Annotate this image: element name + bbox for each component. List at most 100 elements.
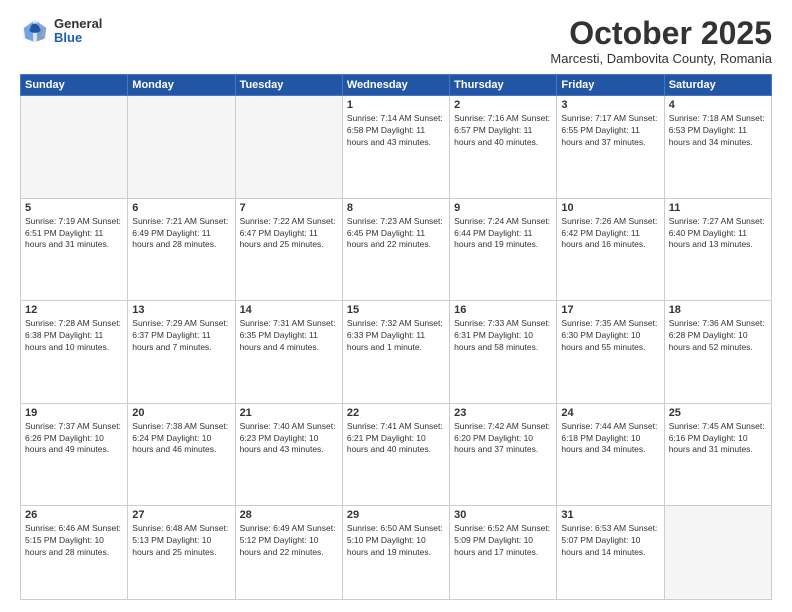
day-cell: 24 Sunrise: 7:44 AM Sunset: 6:18 PM Dayli…: [557, 403, 664, 506]
col-saturday: Saturday: [664, 75, 771, 96]
day-number: 26: [25, 509, 123, 521]
col-wednesday: Wednesday: [342, 75, 449, 96]
col-sunday: Sunday: [21, 75, 128, 96]
day-info: Sunrise: 6:52 AM Sunset: 5:09 PM Dayligh…: [454, 523, 552, 559]
logo: General Blue: [20, 16, 102, 46]
day-info: Sunrise: 7:38 AM Sunset: 6:24 PM Dayligh…: [132, 421, 230, 457]
day-number: 16: [454, 304, 552, 316]
day-cell: 10 Sunrise: 7:26 AM Sunset: 6:42 PM Dayli…: [557, 198, 664, 301]
day-cell: 18Sunrise: 7:36 AM Sunset: 6:28 PM Dayli…: [664, 301, 771, 404]
day-cell: 2 Sunrise: 7:16 AM Sunset: 6:57 PM Daylig…: [450, 96, 557, 199]
day-cell: 13 Sunrise: 7:29 AM Sunset: 6:37 PM Dayli…: [128, 301, 235, 404]
day-cell: 1Sunrise: 7:14 AM Sunset: 6:58 PM Daylig…: [342, 96, 449, 199]
day-cell: 23 Sunrise: 7:42 AM Sunset: 6:20 PM Dayli…: [450, 403, 557, 506]
day-info: Sunrise: 7:42 AM Sunset: 6:20 PM Dayligh…: [454, 421, 552, 457]
day-number: 25: [669, 407, 767, 419]
logo-general: General: [54, 17, 102, 31]
day-info: Sunrise: 6:53 AM Sunset: 5:07 PM Dayligh…: [561, 523, 659, 559]
day-info: Sunrise: 7:28 AM Sunset: 6:38 PM Dayligh…: [25, 318, 123, 354]
day-cell: [128, 96, 235, 199]
col-monday: Monday: [128, 75, 235, 96]
day-number: 11: [669, 202, 767, 214]
day-info: Sunrise: 7:24 AM Sunset: 6:44 PM Dayligh…: [454, 216, 552, 252]
day-info: Sunrise: 7:33 AM Sunset: 6:31 PM Dayligh…: [454, 318, 552, 354]
day-info: Sunrise: 7:23 AM Sunset: 6:45 PM Dayligh…: [347, 216, 445, 252]
logo-icon: [20, 16, 50, 46]
day-number: 7: [240, 202, 338, 214]
day-number: 19: [25, 407, 123, 419]
day-cell: 27Sunrise: 6:48 AM Sunset: 5:13 PM Dayli…: [128, 506, 235, 600]
week-row-2: 5 Sunrise: 7:19 AM Sunset: 6:51 PM Daylig…: [21, 198, 772, 301]
day-cell: 7 Sunrise: 7:22 AM Sunset: 6:47 PM Daylig…: [235, 198, 342, 301]
day-number: 2: [454, 99, 552, 111]
day-info: Sunrise: 7:16 AM Sunset: 6:57 PM Dayligh…: [454, 113, 552, 149]
day-info: Sunrise: 7:31 AM Sunset: 6:35 PM Dayligh…: [240, 318, 338, 354]
day-info: Sunrise: 6:46 AM Sunset: 5:15 PM Dayligh…: [25, 523, 123, 559]
day-info: Sunrise: 6:49 AM Sunset: 5:12 PM Dayligh…: [240, 523, 338, 559]
day-cell: 21Sunrise: 7:40 AM Sunset: 6:23 PM Dayli…: [235, 403, 342, 506]
day-number: 9: [454, 202, 552, 214]
day-number: 23: [454, 407, 552, 419]
header: General Blue October 2025 Marcesti, Damb…: [20, 16, 772, 66]
day-cell: 15Sunrise: 7:32 AM Sunset: 6:33 PM Dayli…: [342, 301, 449, 404]
day-number: 10: [561, 202, 659, 214]
day-info: Sunrise: 7:44 AM Sunset: 6:18 PM Dayligh…: [561, 421, 659, 457]
day-number: 5: [25, 202, 123, 214]
logo-blue: Blue: [54, 31, 102, 45]
page: General Blue October 2025 Marcesti, Damb…: [0, 0, 792, 612]
day-cell: [235, 96, 342, 199]
day-number: 3: [561, 99, 659, 111]
day-cell: 8 Sunrise: 7:23 AM Sunset: 6:45 PM Daylig…: [342, 198, 449, 301]
day-cell: 16 Sunrise: 7:33 AM Sunset: 6:31 PM Dayli…: [450, 301, 557, 404]
day-cell: 4 Sunrise: 7:18 AM Sunset: 6:53 PM Daylig…: [664, 96, 771, 199]
day-cell: 30 Sunrise: 6:52 AM Sunset: 5:09 PM Dayli…: [450, 506, 557, 600]
day-cell: 11 Sunrise: 7:27 AM Sunset: 6:40 PM Dayli…: [664, 198, 771, 301]
day-number: 13: [132, 304, 230, 316]
day-cell: [664, 506, 771, 600]
calendar: Sunday Monday Tuesday Wednesday Thursday…: [20, 74, 772, 600]
day-cell: [21, 96, 128, 199]
logo-text: General Blue: [54, 17, 102, 46]
day-info: Sunrise: 7:18 AM Sunset: 6:53 PM Dayligh…: [669, 113, 767, 149]
day-number: 1: [347, 99, 445, 111]
day-cell: 9 Sunrise: 7:24 AM Sunset: 6:44 PM Daylig…: [450, 198, 557, 301]
col-friday: Friday: [557, 75, 664, 96]
week-row-5: 26 Sunrise: 6:46 AM Sunset: 5:15 PM Dayli…: [21, 506, 772, 600]
week-row-1: 1Sunrise: 7:14 AM Sunset: 6:58 PM Daylig…: [21, 96, 772, 199]
day-cell: 29Sunrise: 6:50 AM Sunset: 5:10 PM Dayli…: [342, 506, 449, 600]
day-cell: 31Sunrise: 6:53 AM Sunset: 5:07 PM Dayli…: [557, 506, 664, 600]
day-info: Sunrise: 7:40 AM Sunset: 6:23 PM Dayligh…: [240, 421, 338, 457]
day-number: 6: [132, 202, 230, 214]
day-info: Sunrise: 7:19 AM Sunset: 6:51 PM Dayligh…: [25, 216, 123, 252]
day-info: Sunrise: 7:36 AM Sunset: 6:28 PM Dayligh…: [669, 318, 767, 354]
day-info: Sunrise: 7:35 AM Sunset: 6:30 PM Dayligh…: [561, 318, 659, 354]
day-info: Sunrise: 7:26 AM Sunset: 6:42 PM Dayligh…: [561, 216, 659, 252]
day-cell: 28 Sunrise: 6:49 AM Sunset: 5:12 PM Dayli…: [235, 506, 342, 600]
col-tuesday: Tuesday: [235, 75, 342, 96]
location: Marcesti, Dambovita County, Romania: [550, 51, 772, 66]
day-cell: 17Sunrise: 7:35 AM Sunset: 6:30 PM Dayli…: [557, 301, 664, 404]
day-cell: 20 Sunrise: 7:38 AM Sunset: 6:24 PM Dayli…: [128, 403, 235, 506]
day-info: Sunrise: 7:41 AM Sunset: 6:21 PM Dayligh…: [347, 421, 445, 457]
day-number: 29: [347, 509, 445, 521]
day-info: Sunrise: 7:21 AM Sunset: 6:49 PM Dayligh…: [132, 216, 230, 252]
day-number: 8: [347, 202, 445, 214]
week-row-3: 12Sunrise: 7:28 AM Sunset: 6:38 PM Dayli…: [21, 301, 772, 404]
day-cell: 22Sunrise: 7:41 AM Sunset: 6:21 PM Dayli…: [342, 403, 449, 506]
day-cell: 14Sunrise: 7:31 AM Sunset: 6:35 PM Dayli…: [235, 301, 342, 404]
day-cell: 25 Sunrise: 7:45 AM Sunset: 6:16 PM Dayli…: [664, 403, 771, 506]
week-row-4: 19Sunrise: 7:37 AM Sunset: 6:26 PM Dayli…: [21, 403, 772, 506]
day-number: 28: [240, 509, 338, 521]
day-number: 24: [561, 407, 659, 419]
day-cell: 3Sunrise: 7:17 AM Sunset: 6:55 PM Daylig…: [557, 96, 664, 199]
day-number: 20: [132, 407, 230, 419]
day-info: Sunrise: 7:22 AM Sunset: 6:47 PM Dayligh…: [240, 216, 338, 252]
day-info: Sunrise: 7:27 AM Sunset: 6:40 PM Dayligh…: [669, 216, 767, 252]
day-info: Sunrise: 7:29 AM Sunset: 6:37 PM Dayligh…: [132, 318, 230, 354]
day-cell: 5 Sunrise: 7:19 AM Sunset: 6:51 PM Daylig…: [21, 198, 128, 301]
day-number: 30: [454, 509, 552, 521]
day-cell: 6 Sunrise: 7:21 AM Sunset: 6:49 PM Daylig…: [128, 198, 235, 301]
day-number: 4: [669, 99, 767, 111]
day-info: Sunrise: 7:45 AM Sunset: 6:16 PM Dayligh…: [669, 421, 767, 457]
title-block: October 2025 Marcesti, Dambovita County,…: [550, 16, 772, 66]
